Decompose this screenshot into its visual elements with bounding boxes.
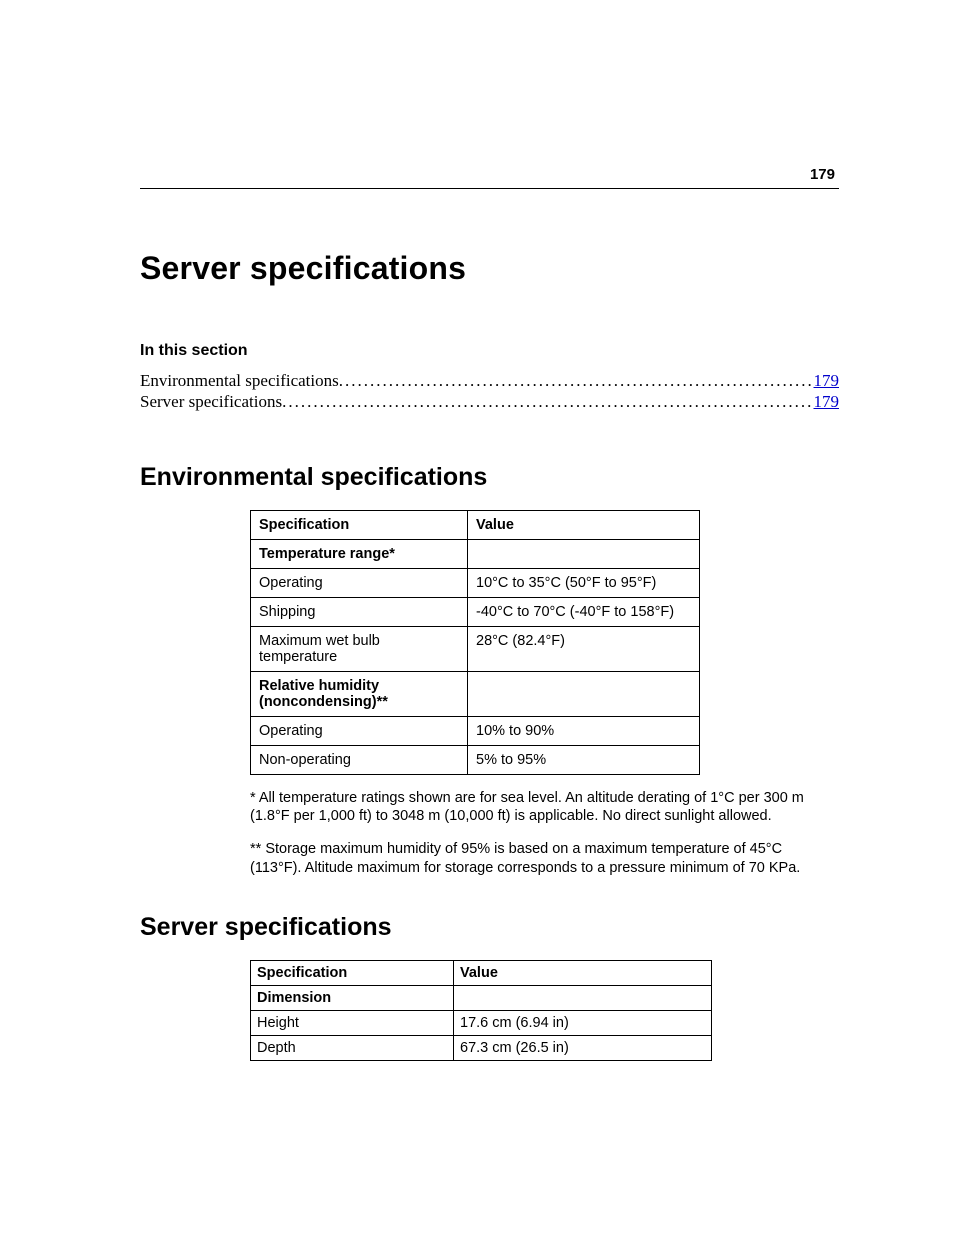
table-row: Non-operating 5% to 95% bbox=[251, 745, 700, 774]
toc-row: Environmental specifications 179 bbox=[140, 370, 839, 391]
page-number: 179 bbox=[810, 166, 835, 183]
table-row: Height 17.6 cm (6.94 in) bbox=[251, 1010, 712, 1035]
table-cell bbox=[468, 539, 700, 568]
horizontal-rule bbox=[140, 188, 839, 189]
table-cell: Shipping bbox=[251, 597, 468, 626]
document-page: 179 Server specifications In this sectio… bbox=[0, 0, 954, 1235]
table-cell: Operating bbox=[251, 716, 468, 745]
table-cell: -40°C to 70°C (-40°F to 158°F) bbox=[468, 597, 700, 626]
table-header-cell: Value bbox=[454, 960, 712, 985]
toc-page-link[interactable]: 179 bbox=[814, 370, 840, 391]
toc-entry-label: Environmental specifications bbox=[140, 370, 339, 391]
table-cell: Dimension bbox=[251, 985, 454, 1010]
toc-row: Server specifications 179 bbox=[140, 391, 839, 412]
table-header-cell: Specification bbox=[251, 960, 454, 985]
table-of-contents: Environmental specifications 179 Server … bbox=[140, 370, 839, 413]
table-row: Dimension bbox=[251, 985, 712, 1010]
page-title: Server specifications bbox=[140, 250, 839, 287]
toc-page-link[interactable]: 179 bbox=[814, 391, 840, 412]
table-cell: Maximum wet bulb temperature bbox=[251, 626, 468, 671]
in-this-section-label: In this section bbox=[140, 342, 839, 360]
table-cell: 17.6 cm (6.94 in) bbox=[454, 1010, 712, 1035]
table-cell bbox=[468, 671, 700, 716]
environmental-specs-table: Specification Value Temperature range* O… bbox=[250, 510, 700, 775]
table-row: Operating 10°C to 35°C (50°F to 95°F) bbox=[251, 568, 700, 597]
toc-leader-dots bbox=[339, 370, 814, 391]
table-cell: 5% to 95% bbox=[468, 745, 700, 774]
table-cell: Temperature range* bbox=[251, 539, 468, 568]
table-row: Temperature range* bbox=[251, 539, 700, 568]
table-header-cell: Value bbox=[468, 510, 700, 539]
table-row: Relative humidity (noncondensing)** bbox=[251, 671, 700, 716]
table-header-cell: Specification bbox=[251, 510, 468, 539]
table-cell bbox=[454, 985, 712, 1010]
table-cell: 67.3 cm (26.5 in) bbox=[454, 1035, 712, 1060]
table-cell: Operating bbox=[251, 568, 468, 597]
toc-leader-dots bbox=[282, 391, 813, 412]
table-row: Depth 67.3 cm (26.5 in) bbox=[251, 1035, 712, 1060]
table-row: Maximum wet bulb temperature 28°C (82.4°… bbox=[251, 626, 700, 671]
server-specs-table: Specification Value Dimension Height 17.… bbox=[250, 960, 712, 1061]
table-cell: Relative humidity (noncondensing)** bbox=[251, 671, 468, 716]
table-row: Operating 10% to 90% bbox=[251, 716, 700, 745]
table-header-row: Specification Value bbox=[251, 960, 712, 985]
table-row: Shipping -40°C to 70°C (-40°F to 158°F) bbox=[251, 597, 700, 626]
toc-entry-label: Server specifications bbox=[140, 391, 282, 412]
table-cell: Non-operating bbox=[251, 745, 468, 774]
table-header-row: Specification Value bbox=[251, 510, 700, 539]
environmental-specs-heading: Environmental specifications bbox=[140, 463, 839, 492]
table-cell: 10°C to 35°C (50°F to 95°F) bbox=[468, 568, 700, 597]
footnote-2: ** Storage maximum humidity of 95% is ba… bbox=[250, 840, 820, 878]
server-specs-heading: Server specifications bbox=[140, 913, 839, 942]
table-cell: Depth bbox=[251, 1035, 454, 1060]
table-cell: Height bbox=[251, 1010, 454, 1035]
table-cell: 28°C (82.4°F) bbox=[468, 626, 700, 671]
footnote-1: * All temperature ratings shown are for … bbox=[250, 789, 820, 827]
table-cell: 10% to 90% bbox=[468, 716, 700, 745]
